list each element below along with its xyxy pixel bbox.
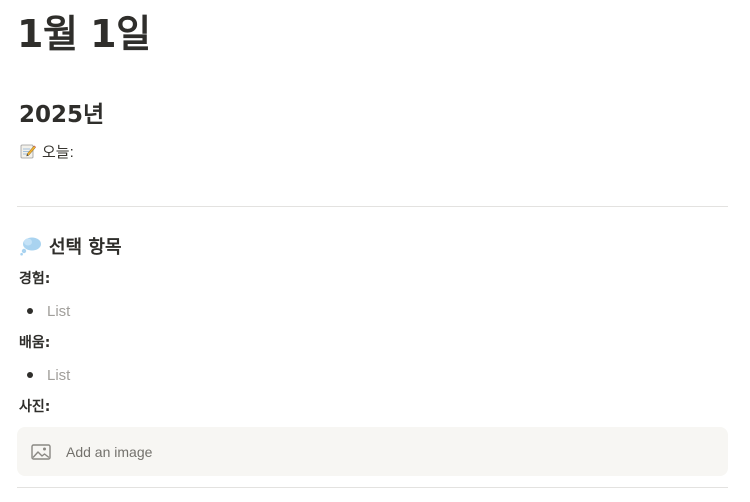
photo-label[interactable]: 사진: <box>19 397 50 417</box>
experience-label[interactable]: 경험: <box>19 269 50 289</box>
bullet-dot <box>27 372 33 378</box>
experience-list-item[interactable]: List <box>27 300 70 322</box>
thought-bubble-icon <box>20 236 42 256</box>
today-line[interactable]: 오늘: <box>20 140 74 162</box>
section-heading[interactable]: 선택 항목 <box>20 233 122 259</box>
today-label: 오늘: <box>42 143 74 161</box>
learning-list-item[interactable]: List <box>27 364 70 386</box>
list-placeholder: List <box>47 302 71 320</box>
divider <box>17 206 728 207</box>
section-title: 선택 항목 <box>49 237 122 258</box>
list-placeholder: List <box>47 366 71 384</box>
page-title[interactable]: 1월 1일 <box>17 8 151 60</box>
divider <box>17 487 728 488</box>
bullet-dot <box>27 308 33 314</box>
add-image-label: Add an image <box>66 443 153 460</box>
learning-label[interactable]: 배움: <box>19 333 50 353</box>
year-heading[interactable]: 2025년 <box>19 100 104 130</box>
add-image-button[interactable]: Add an image <box>17 427 728 476</box>
memo-icon <box>20 143 36 159</box>
image-icon <box>31 443 51 460</box>
